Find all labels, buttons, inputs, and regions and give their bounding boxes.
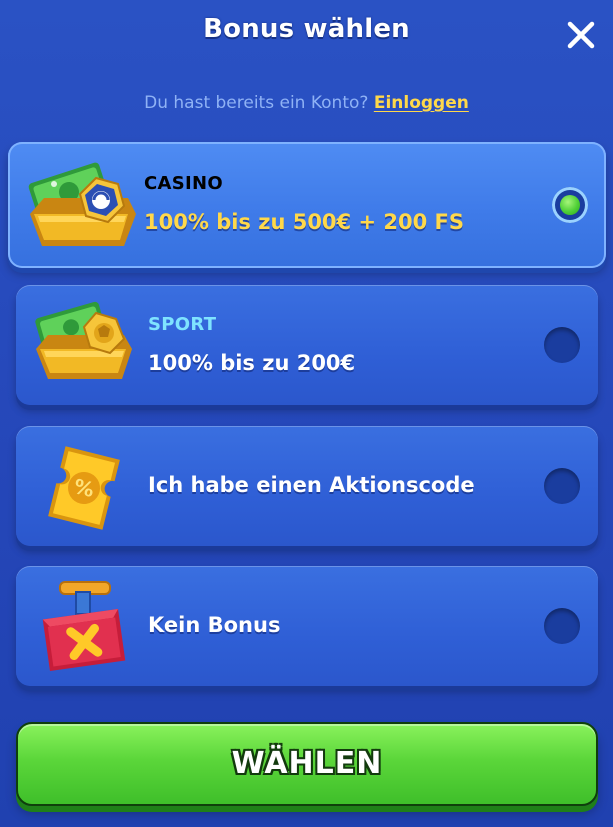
promo-code-ticket-icon: % [48, 446, 120, 530]
option-text: 100% bis zu 200€ [148, 351, 356, 375]
sport-bonus-icon [35, 301, 132, 379]
bonus-option-sport[interactable]: SPORT 100% bis zu 200€ [16, 285, 598, 405]
login-prompt: Du hast bereits ein Konto? Einloggen [0, 93, 613, 113]
option-text: Ich habe einen Aktionscode [148, 473, 475, 497]
close-button[interactable] [560, 14, 602, 56]
login-prompt-text: Du hast bereits ein Konto? [144, 93, 369, 113]
no-bonus-box-icon [42, 581, 126, 672]
radio-unselected[interactable] [544, 327, 580, 363]
choose-button[interactable]: WÄHLEN [16, 722, 598, 806]
option-text: Kein Bonus [148, 613, 281, 637]
close-icon [567, 21, 595, 49]
option-text: 100% bis zu 500€ + 200 FS [144, 210, 464, 234]
modal-header: Bonus wählen [0, 0, 613, 70]
radio-unselected[interactable] [544, 608, 580, 644]
page-title: Bonus wählen [203, 14, 410, 44]
radio-unselected[interactable] [544, 468, 580, 504]
bonus-option-casino[interactable]: CASINO 100% bis zu 500€ + 200 FS [8, 142, 606, 268]
bonus-option-no-bonus[interactable]: Kein Bonus [16, 566, 598, 686]
option-kicker: SPORT [148, 314, 217, 335]
radio-selected[interactable] [552, 187, 588, 223]
radio-selected-dot [560, 195, 580, 215]
login-link[interactable]: Einloggen [374, 93, 469, 113]
casino-bonus-icon [28, 162, 136, 246]
bonus-option-promo-code[interactable]: % Ich habe einen Aktionscode [16, 426, 598, 546]
option-kicker: CASINO [144, 173, 223, 194]
choose-button-label: WÄHLEN [231, 746, 383, 781]
